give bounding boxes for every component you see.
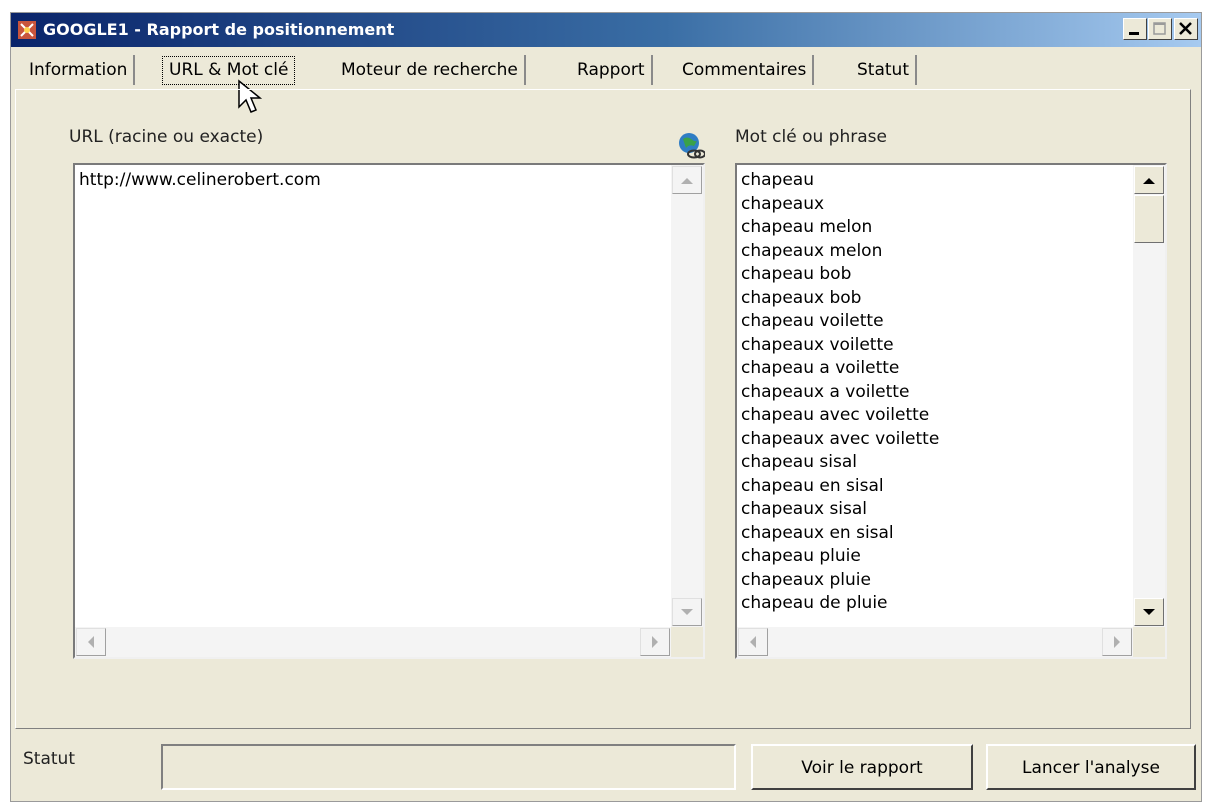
keyword-scroll-right-button[interactable]	[1102, 628, 1132, 656]
close-icon	[1179, 22, 1192, 35]
minimize-button[interactable]	[1123, 18, 1147, 40]
status-field	[161, 744, 736, 790]
tab-moteur-de-recherche[interactable]: Moteur de recherche	[335, 55, 526, 85]
tab-information[interactable]: Information	[23, 55, 136, 85]
globe-link-icon[interactable]	[677, 131, 705, 161]
list-item[interactable]: chapeaux sisal	[741, 498, 939, 522]
list-item[interactable]: chapeaux pluie	[741, 569, 939, 593]
url-vertical-scrollbar[interactable]	[671, 165, 703, 627]
list-item[interactable]: chapeau pluie	[741, 545, 939, 569]
keyword-scroll-up-button[interactable]	[1134, 166, 1164, 194]
keyword-list: chapeau chapeaux chapeau melon chapeaux …	[741, 169, 939, 616]
arrow-right-icon	[1114, 636, 1120, 648]
list-item[interactable]: chapeau de pluie	[741, 592, 939, 616]
maximize-button[interactable]	[1148, 18, 1172, 40]
arrow-up-icon	[681, 178, 693, 184]
list-item[interactable]: chapeau bob	[741, 263, 939, 287]
list-item[interactable]: chapeau melon	[741, 216, 939, 240]
list-item[interactable]: chapeau a voilette	[741, 357, 939, 381]
url-scroll-up-button[interactable]	[672, 166, 702, 194]
url-label: URL (racine ou exacte)	[69, 127, 264, 147]
url-scroll-down-button[interactable]	[672, 598, 702, 626]
url-value[interactable]: http://www.celinerobert.com	[79, 169, 321, 193]
keyword-horizontal-scrollbar[interactable]	[737, 627, 1133, 657]
run-analysis-button[interactable]: Lancer l'analyse	[986, 744, 1196, 790]
minimize-icon	[1129, 32, 1139, 35]
arrow-down-icon	[681, 609, 693, 615]
tab-bar: Information URL & Mot clé Moteur de rech…	[11, 51, 1201, 113]
keyword-scroll-left-button[interactable]	[738, 628, 768, 656]
keyword-scroll-thumb[interactable]	[1134, 195, 1164, 243]
tab-url-mot-cle[interactable]: URL & Mot clé	[162, 56, 296, 85]
close-button[interactable]	[1174, 18, 1198, 40]
list-item[interactable]: chapeaux en sisal	[741, 522, 939, 546]
list-item[interactable]: chapeaux melon	[741, 240, 939, 264]
view-report-button[interactable]: Voir le rapport	[751, 744, 973, 790]
list-item[interactable]: chapeaux a voilette	[741, 381, 939, 405]
app-icon	[18, 21, 36, 39]
status-label: Statut	[23, 749, 75, 769]
keyword-label: Mot clé ou phrase	[735, 127, 887, 147]
list-item[interactable]: chapeaux voilette	[741, 334, 939, 358]
url-horizontal-scrollbar[interactable]	[75, 627, 671, 657]
keyword-listbox[interactable]: chapeau chapeaux chapeau melon chapeaux …	[735, 163, 1167, 659]
tab-statut[interactable]: Statut	[851, 55, 917, 85]
title-bar[interactable]: GOOGLE1 - Rapport de positionnement	[11, 13, 1201, 47]
arrow-down-icon	[1143, 609, 1155, 615]
tab-rapport[interactable]: Rapport	[571, 55, 653, 85]
keyword-vertical-scrollbar[interactable]	[1133, 165, 1165, 627]
tab-commentaires[interactable]: Commentaires	[676, 55, 815, 85]
list-item[interactable]: chapeau en sisal	[741, 475, 939, 499]
keyword-scroll-down-button[interactable]	[1134, 598, 1164, 626]
url-scroll-right-button[interactable]	[640, 628, 670, 656]
url-listbox[interactable]: http://www.celinerobert.com	[73, 163, 705, 659]
list-item[interactable]: chapeaux bob	[741, 287, 939, 311]
arrow-right-icon	[652, 636, 658, 648]
window-title: GOOGLE1 - Rapport de positionnement	[43, 20, 395, 39]
maximize-icon	[1153, 22, 1166, 35]
arrow-left-icon	[88, 636, 94, 648]
list-item[interactable]: chapeau voilette	[741, 310, 939, 334]
url-scroll-corner	[671, 627, 703, 657]
arrow-left-icon	[750, 636, 756, 648]
url-scroll-left-button[interactable]	[76, 628, 106, 656]
keyword-scroll-corner	[1133, 627, 1165, 657]
list-item[interactable]: chapeaux avec voilette	[741, 428, 939, 452]
arrow-up-icon	[1143, 178, 1155, 184]
list-item[interactable]: chapeau	[741, 169, 939, 193]
app-window: GOOGLE1 - Rapport de positionnement Info…	[10, 12, 1202, 802]
list-item[interactable]: chapeaux	[741, 193, 939, 217]
list-item[interactable]: chapeau sisal	[741, 451, 939, 475]
list-item[interactable]: chapeau avec voilette	[741, 404, 939, 428]
